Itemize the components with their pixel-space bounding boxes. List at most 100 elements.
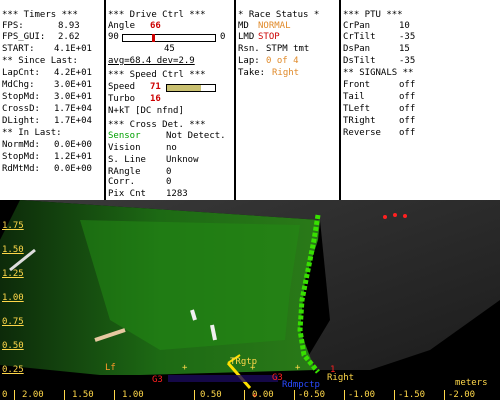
in-last-title: ** In Last: [2, 128, 62, 138]
corr-label: Corr. [108, 177, 136, 187]
lmd-label: LMD [238, 32, 255, 42]
vision-label: Vision [108, 143, 141, 153]
y-label: 1.75 [2, 221, 24, 231]
x-tick [394, 390, 395, 400]
reverse-value: off [399, 128, 416, 138]
x-tick [294, 390, 295, 400]
rgtp-label: TRgtp [230, 357, 258, 367]
x-tick [244, 390, 245, 400]
crpan-value: 10 [399, 21, 410, 31]
dspan-value: 15 [399, 44, 410, 54]
x-tick [344, 390, 345, 400]
marker-plus: + [295, 363, 301, 373]
md-label: MD [238, 21, 249, 31]
dstilt-label: DsTilt [343, 56, 376, 66]
rdmtmd-label: RdMtMd: [2, 164, 40, 174]
rangle-label: RAngle [108, 167, 141, 177]
rdmpctp-label: Rdmpctp [282, 380, 320, 390]
take-label: Take: [238, 68, 266, 78]
y-label: 0.75 [2, 317, 24, 327]
since-last-title: ** Since Last: [2, 56, 78, 66]
crossd-value: 1.7E+04 [54, 104, 92, 114]
crtilt-label: CrTilt [343, 32, 376, 42]
speed-label: Speed [108, 82, 136, 92]
y-label: 1.50 [2, 245, 24, 255]
x-label: 1.00 [122, 390, 144, 400]
x-label: -2.00 [448, 390, 476, 400]
sline-value: Unknow [166, 155, 199, 165]
x-label: 2.00 [22, 390, 44, 400]
ptu-panel: *** PTU *** CrPan 10 CrTilt -35 DsPan 15… [341, 0, 500, 200]
signals-title: ** SIGNALS ** [343, 68, 414, 78]
tleft-label: TLeft [343, 104, 371, 114]
rdmtmd-value: 0.0E+00 [54, 164, 92, 174]
y-label: 1.25 [2, 269, 24, 279]
tright-value: off [399, 116, 416, 126]
md-value: NORMAL [258, 21, 291, 31]
rangle-value: 0 [166, 167, 172, 177]
x-label: 0.50 [200, 390, 222, 400]
tail-label: Tail [343, 92, 365, 102]
race-title: * Race Status * [238, 10, 320, 20]
track-view-svg: + + + + [0, 200, 500, 400]
detected-point [393, 213, 397, 217]
y-label: 1.00 [2, 293, 24, 303]
vision-value: no [166, 143, 177, 153]
lap-label: Lap: [238, 56, 260, 66]
x-tick [14, 390, 15, 400]
speed-bar-fill [167, 85, 202, 91]
crtilt-value: -35 [399, 32, 416, 42]
sensor-label: Sensor [108, 131, 141, 141]
cross-title: *** Cross Det. *** [108, 120, 206, 130]
angle-value: 66 [150, 21, 161, 31]
mdchg-value: 3.0E+01 [54, 80, 92, 90]
vehicle-footprint [168, 375, 278, 382]
detected-point [403, 214, 407, 218]
y-label: 0.25 [2, 365, 24, 375]
angle-slider-right: 0 [220, 32, 226, 42]
drive-panel: *** Drive Ctrl *** Angle 66 90 0 45 avg=… [106, 0, 234, 200]
lf-label: Lf [105, 363, 116, 373]
avg-dev: avg=68.4 dev=2.9 [108, 56, 195, 66]
fps-label: FPS: [2, 21, 24, 31]
fpsgui-label: FPS_GUI: [2, 32, 46, 42]
angle-slider-mid: 45 [164, 44, 175, 54]
speed-title: *** Speed Ctrl *** [108, 70, 206, 80]
nkt-status: N+kT [DC nfnd] [108, 106, 184, 116]
angle-label: Angle [108, 21, 136, 31]
x-label: 0.00 [252, 390, 274, 400]
marker-plus: + [182, 363, 188, 373]
stopmd2-label: StopMd: [2, 152, 40, 162]
sline-label: S. Line [108, 155, 146, 165]
x-tick [64, 390, 65, 400]
g3-label-a: G3 [152, 375, 163, 385]
angle-slider-marker[interactable] [152, 34, 155, 42]
lapcnt-label: LapCnt: [2, 68, 40, 78]
normmd-value: 0.0E+00 [54, 140, 92, 150]
detected-point [383, 215, 387, 219]
x-tick [444, 390, 445, 400]
x-label: -0.50 [298, 390, 326, 400]
front-label: Front [343, 80, 371, 90]
lap-value: 0 of 4 [266, 56, 299, 66]
start-label: START: [2, 44, 35, 54]
camera-topdown-view: + + + + TRgtp Lf G3 G3 1 Right Rdmpctp 1… [0, 200, 500, 400]
angle-slider[interactable] [122, 34, 216, 42]
lmd-value: STOP [258, 32, 280, 42]
stopmd-label: StopMd: [2, 92, 40, 102]
x-label: -1.00 [348, 390, 376, 400]
tleft-value: off [399, 104, 416, 114]
tail-value: off [399, 92, 416, 102]
angle-slider-left: 90 [108, 32, 119, 42]
x-tick [194, 390, 195, 400]
pixcnt-value: 1283 [166, 189, 188, 199]
race-status-panel: * Race Status * MD NORMAL LMD STOP Rsn. … [236, 0, 339, 200]
dstilt-value: -35 [399, 56, 416, 66]
corr-value: 0 [166, 177, 172, 187]
mdchg-label: MdChg: [2, 80, 35, 90]
reverse-label: Reverse [343, 128, 381, 138]
y-label: 0.50 [2, 341, 24, 351]
pixcnt-label: Pix Cnt [108, 189, 146, 199]
sensor-value: Not Detect. [166, 131, 226, 141]
turbo-label: Turbo [108, 94, 136, 104]
